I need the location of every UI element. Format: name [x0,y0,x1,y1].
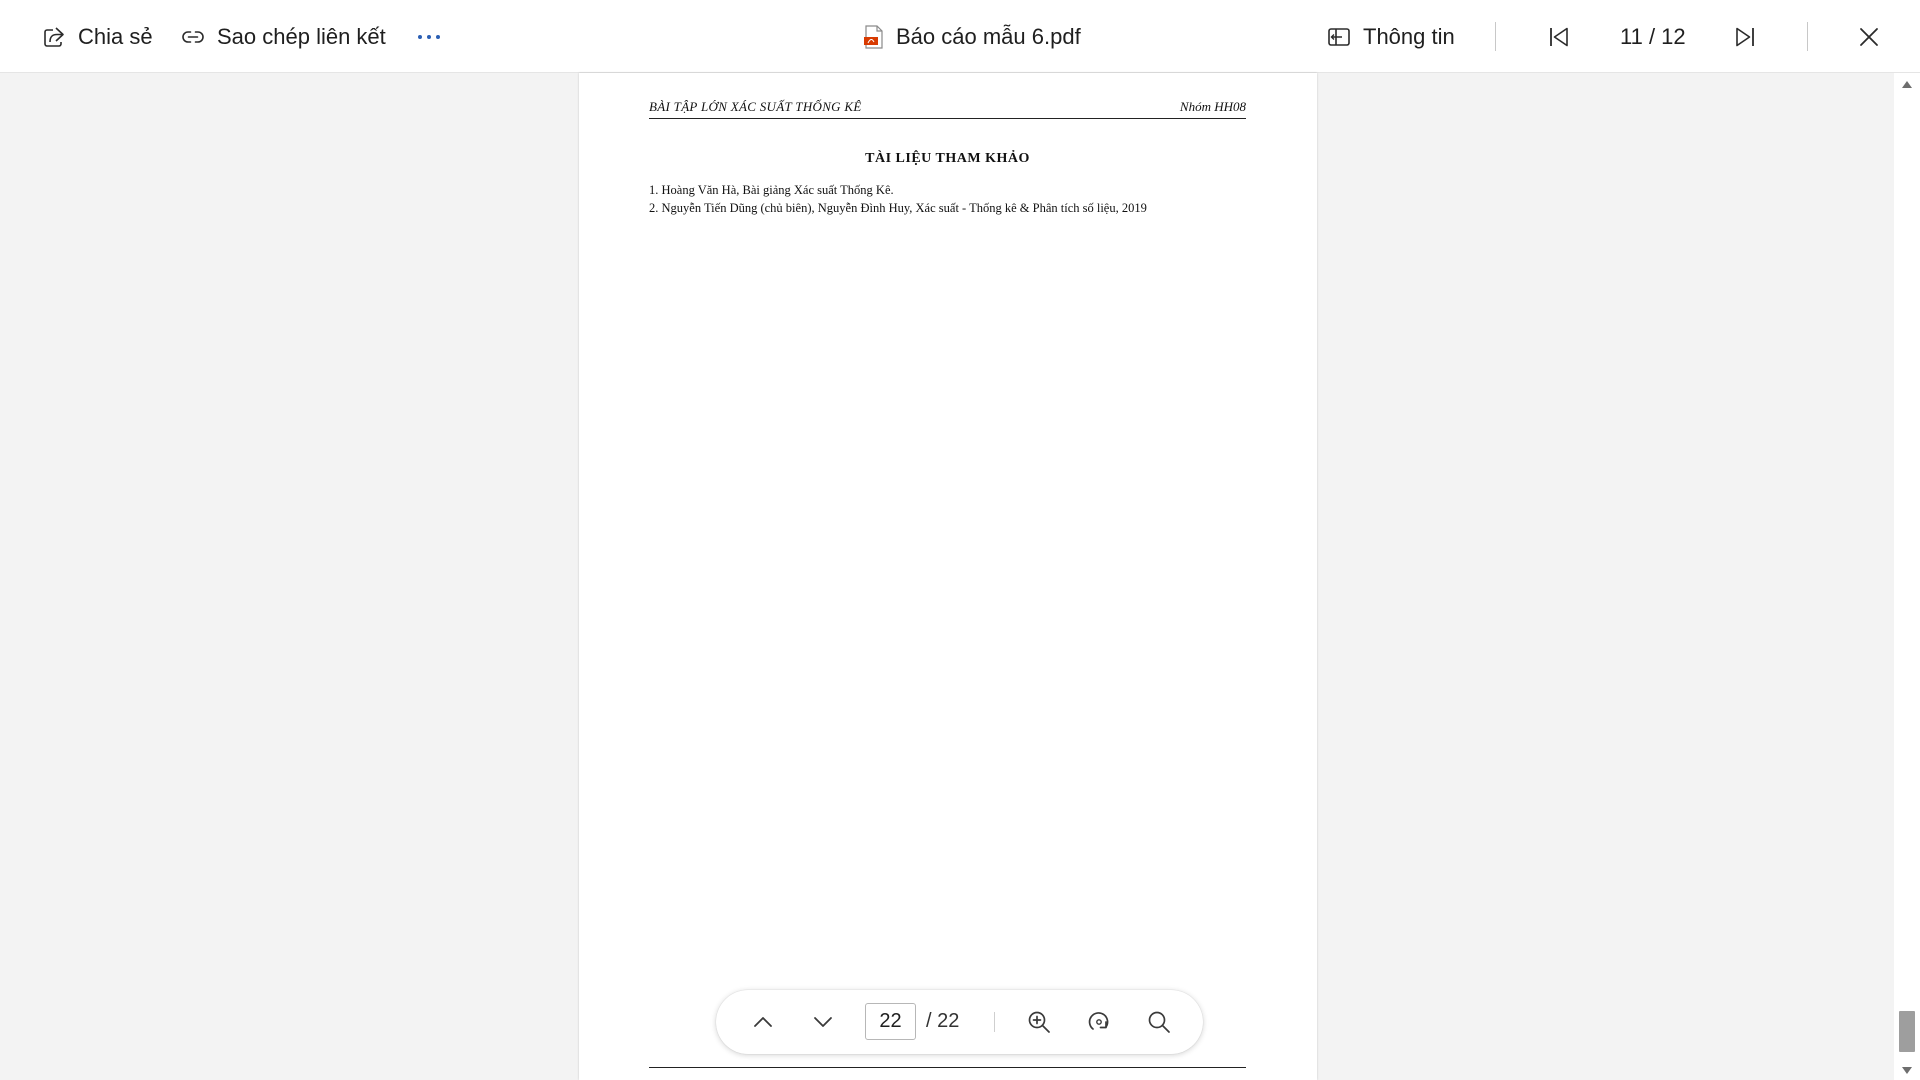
item-counter: 11 / 12 [1620,0,1686,73]
page-number-input[interactable]: 22 [865,1003,916,1040]
skip-next-icon [1736,27,1754,46]
references-title: TÀI LIỆU THAM KHẢO [865,151,1030,166]
share-icon [44,26,64,47]
copy-link-button[interactable]: Sao chép liên kết [181,0,386,73]
share-label: Chia sẻ [78,23,153,49]
info-label: Thông tin [1363,23,1455,49]
link-icon [182,30,204,43]
file-title: Báo cáo mẫu 6.pdf [864,0,1081,73]
previous-page-button[interactable] [747,1006,779,1038]
file-name: Báo cáo mẫu 6.pdf [896,23,1081,49]
toolbar-divider [1495,22,1496,51]
item-counter-text: 11 / 12 [1620,23,1686,49]
previous-item-button[interactable] [1547,0,1571,73]
rotate-icon [1088,1012,1109,1030]
running-header-left: BÀI TẬP LỚN XÁC SUẤT THỐNG KÊ [649,99,862,114]
zoom-in-icon [1028,1011,1050,1033]
toolbar-divider [1807,22,1808,51]
viewer-toolbar: Chia sẻ Sao chép liên kết Báo cáo mẫu 6.… [0,0,1920,73]
copy-link-label: Sao chép liên kết [217,23,386,49]
running-header-right: Nhóm HH08 [1179,99,1246,114]
page-total: / 22 [926,1010,960,1032]
more-options-button[interactable] [418,0,440,73]
nav-divider [994,1012,995,1032]
chevron-down-icon [814,1017,832,1027]
pdf-file-icon [864,24,883,49]
page-navigation-bar: 22 / 22 [716,990,1203,1054]
info-panel-icon [1328,27,1350,46]
scroll-down-arrow-icon[interactable] [1902,1067,1912,1074]
reference-item: 2. Nguyễn Tiến Dũng (chủ biên), Nguyễn Đ… [649,201,1147,215]
next-item-button[interactable] [1733,0,1757,73]
pdf-page [579,73,1317,1080]
share-button[interactable]: Chia sẻ [42,0,153,73]
search-icon [1148,1011,1170,1033]
info-button[interactable]: Thông tin [1327,0,1455,73]
scroll-up-arrow-icon[interactable] [1902,81,1912,88]
next-page-header-rule [649,1067,1246,1068]
chevron-up-icon [754,1017,772,1027]
running-header: BÀI TẬP LỚN XÁC SUẤT THỐNG KÊ Nhóm HH08 [649,98,1246,119]
search-button[interactable] [1143,1006,1175,1038]
skip-previous-icon [1550,27,1568,46]
scroll-thumb[interactable] [1899,1011,1915,1052]
reference-item: 1. Hoàng Văn Hà, Bài giảng Xác suất Thốn… [649,183,894,197]
close-icon [1860,27,1878,46]
vertical-scrollbar[interactable] [1894,73,1920,1080]
more-dots-icon [418,34,440,39]
zoom-in-button[interactable] [1023,1006,1055,1038]
close-button[interactable] [1858,0,1880,73]
rotate-button[interactable] [1083,1006,1115,1038]
next-page-button[interactable] [807,1006,839,1038]
